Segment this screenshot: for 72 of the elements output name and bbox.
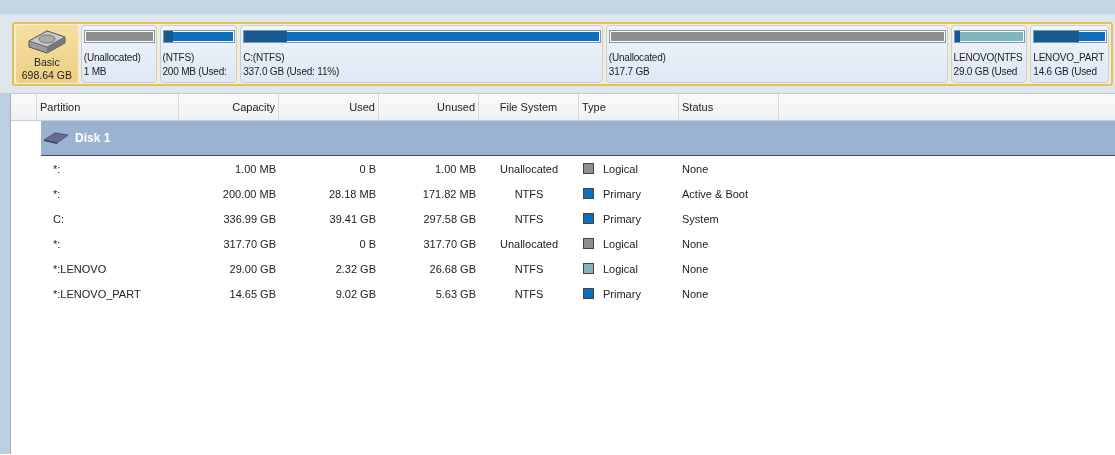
disk-name: Disk 1 xyxy=(75,131,111,145)
table-cell-text: 29.00 GB xyxy=(228,262,277,275)
table-cell: Logical xyxy=(603,262,638,275)
partition-card[interactable]: LENOVO(NTFS 29.0 GB (Used xyxy=(950,25,1028,83)
table-cell-text: 2.32 GB xyxy=(334,262,377,275)
table-cell-text: NTFS xyxy=(513,262,545,275)
partition-label: C:(NTFS) xyxy=(243,51,286,65)
table-cell: Primary xyxy=(603,287,641,300)
partition-size: 1 MB xyxy=(83,65,108,79)
table-cell: Primary xyxy=(603,212,641,225)
table-cell-text: None xyxy=(681,287,710,300)
partition-size: 29.0 GB (Used xyxy=(953,65,1019,79)
partition-size: 337.0 GB (Used: 11%) xyxy=(243,65,341,79)
table-cell-text: 0 B xyxy=(358,162,377,175)
table-cell-text: None xyxy=(681,262,710,275)
partition-card[interactable]: (NTFS) 200 MB (Used: xyxy=(159,25,238,83)
table-cell-text: 14.65 GB xyxy=(228,287,277,300)
column-header[interactable]: Capacity xyxy=(179,94,279,120)
table-cell-text: *: xyxy=(52,187,62,200)
column-header[interactable]: File System xyxy=(479,94,579,120)
table-cell-text: NTFS xyxy=(513,212,545,225)
table-cell-text: System xyxy=(681,212,720,225)
table-cell-text: 9.02 GB xyxy=(334,287,377,300)
column-header[interactable]: Unused xyxy=(379,94,479,120)
table-cell-text: 200.00 MB xyxy=(221,187,277,200)
table-cell: Logical xyxy=(603,162,638,175)
partition-size: 200 MB (Used: xyxy=(162,65,228,79)
table-cell-text: Unallocated xyxy=(498,162,560,175)
table-cell-text: Unallocated xyxy=(498,237,560,250)
table-cell-text: 171.82 MB xyxy=(421,187,477,200)
partition-card[interactable]: (Unallocated) 1 MB xyxy=(80,25,157,83)
table-cell-text: NTFS xyxy=(513,287,545,300)
table-cell-text: None xyxy=(681,237,710,250)
table-cell-text: *: xyxy=(52,237,62,250)
table-cell-text: NTFS xyxy=(513,187,545,200)
table-cell-text: 39.41 GB xyxy=(328,212,377,225)
table-cell-text: *:LENOVO_PART xyxy=(52,287,142,300)
column-header[interactable]: Partition xyxy=(37,94,179,120)
table-cell-text: 317.70 GB xyxy=(422,237,477,250)
column-header[interactable]: Status xyxy=(679,94,779,120)
table-cell-text: 1.00 MB xyxy=(234,162,277,175)
table-cell-text: 1.00 MB xyxy=(434,162,477,175)
table-cell-text: 297.58 GB xyxy=(422,212,477,225)
hard-drive-icon xyxy=(26,27,67,55)
partition-card[interactable]: LENOVO_PART 14.6 GB (Used xyxy=(1030,25,1109,83)
partition-label: (NTFS) xyxy=(162,51,196,65)
table-cell-text: C: xyxy=(52,212,65,225)
disk-size-label: 698.64 GB xyxy=(21,69,72,82)
table-cell-text: Active & Boot xyxy=(681,187,750,200)
partition-size: 14.6 GB (Used xyxy=(1033,65,1098,79)
column-header[interactable]: Type xyxy=(579,94,679,120)
table-cell-text: 0 B xyxy=(358,237,377,250)
table-cell: Logical xyxy=(603,237,638,250)
table-cell-text: 5.63 GB xyxy=(434,287,477,300)
partition-card[interactable]: (Unallocated) 317.7 GB xyxy=(605,25,948,83)
table-cell-text: *:LENOVO xyxy=(52,262,108,275)
partition-label: (Unallocated) xyxy=(83,51,142,65)
table-cell-text: 336.99 GB xyxy=(222,212,277,225)
disk-card[interactable]: Basic 698.64 GB xyxy=(16,25,78,83)
table-cell-text: 26.68 GB xyxy=(428,262,477,275)
table-cell-text: 317.70 GB xyxy=(222,237,277,250)
table-cell-text: *: xyxy=(52,162,62,175)
partition-size: 317.7 GB xyxy=(608,65,651,79)
partition-label: LENOVO_PART xyxy=(1033,51,1106,65)
partition-label: LENOVO(NTFS xyxy=(953,51,1024,65)
partition-card[interactable]: C:(NTFS) 337.0 GB (Used: 11%) xyxy=(240,25,603,83)
table-cell: Primary xyxy=(603,187,641,200)
column-header[interactable]: Used xyxy=(279,94,379,120)
table-cell-text: None xyxy=(681,162,710,175)
partition-label: (Unallocated) xyxy=(608,51,667,65)
table-cell-text: 28.18 MB xyxy=(327,187,377,200)
disk-type-label: Basic xyxy=(34,56,60,69)
